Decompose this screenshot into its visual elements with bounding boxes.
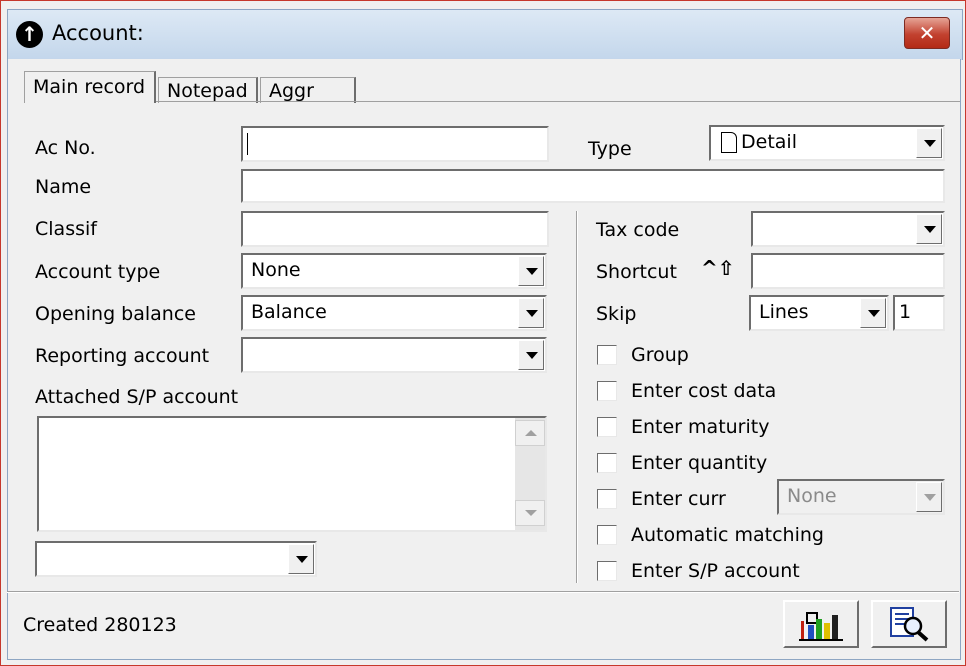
skip-count-value: 1 — [899, 301, 912, 323]
window-title: Account: — [52, 21, 144, 45]
status-text: Created 280123 — [23, 614, 177, 636]
automatic-matching-checkbox[interactable] — [597, 525, 617, 545]
enter-curr-label: Enter curr — [631, 488, 726, 510]
listbox-scrollbar[interactable] — [515, 418, 545, 530]
tab-notepad-label: Notepad — [167, 80, 248, 102]
account-type-select[interactable]: None — [241, 253, 547, 289]
enter-curr-checkbox[interactable] — [597, 489, 617, 509]
app-arrow-icon: ↑ — [16, 21, 43, 48]
attached-sp-dropdown-button[interactable] — [288, 544, 314, 574]
tab-main-record-label: Main record — [33, 76, 146, 98]
enter-sp-account-checkbox[interactable] — [597, 561, 617, 581]
skip-unit-dropdown-button[interactable] — [860, 298, 886, 328]
ctrl-shift-icon: ^⇧ — [701, 256, 735, 280]
opening-balance-label: Opening balance — [35, 303, 196, 325]
scroll-down-arrow-icon[interactable] — [515, 500, 545, 526]
tab-aggr-label: Aggr — [269, 80, 314, 102]
currency-select: None — [777, 479, 945, 515]
account-type-label: Account type — [35, 261, 161, 283]
reporting-account-select[interactable] — [241, 337, 547, 373]
type-select[interactable]: Detail — [709, 125, 945, 161]
enter-maturity-label: Enter maturity — [631, 416, 770, 438]
tab-main-record[interactable]: Main record — [24, 71, 156, 103]
account-type-dropdown-button[interactable] — [518, 256, 544, 286]
enter-quantity-label: Enter quantity — [631, 452, 768, 474]
account-window: ↑ Account: ✕ Main record Notepad Aggr Ac… — [0, 0, 966, 666]
inspect-document-icon — [890, 607, 929, 642]
classif-input[interactable] — [241, 211, 549, 247]
account-type-value: None — [251, 259, 301, 281]
skip-unit-value: Lines — [759, 301, 809, 323]
attached-sp-label: Attached S/P account — [35, 386, 239, 408]
name-input[interactable] — [241, 169, 945, 203]
close-button[interactable]: ✕ — [904, 17, 950, 49]
reporting-account-label: Reporting account — [35, 345, 210, 367]
enter-quantity-checkbox[interactable] — [597, 453, 617, 473]
attached-sp-listbox[interactable] — [37, 416, 547, 532]
automatic-matching-label: Automatic matching — [631, 524, 824, 546]
skip-unit-select[interactable]: Lines — [749, 295, 889, 331]
title-bar[interactable]: ↑ Account: ✕ — [7, 9, 963, 60]
currency-dropdown-button — [916, 482, 942, 512]
tax-code-dropdown-button[interactable] — [916, 214, 942, 244]
type-value: Detail — [741, 131, 797, 153]
enter-sp-account-label: Enter S/P account — [631, 560, 800, 582]
shortcut-input[interactable] — [751, 253, 945, 289]
scroll-up-arrow-icon[interactable] — [515, 420, 545, 446]
tax-code-label: Tax code — [596, 219, 680, 241]
opening-balance-value: Balance — [251, 301, 327, 323]
enter-maturity-checkbox[interactable] — [597, 417, 617, 437]
column-divider — [576, 211, 577, 583]
statistics-button[interactable] — [783, 600, 859, 648]
shortcut-label: Shortcut — [596, 261, 677, 283]
tax-code-select[interactable] — [751, 211, 945, 247]
ac-no-label: Ac No. — [35, 137, 96, 159]
classif-label: Classif — [35, 218, 97, 240]
skip-count-input[interactable]: 1 — [893, 295, 945, 331]
enter-cost-data-checkbox[interactable] — [597, 381, 617, 401]
group-checkbox-label: Group — [631, 344, 689, 366]
inspect-button[interactable] — [871, 600, 947, 648]
opening-balance-select[interactable]: Balance — [241, 295, 547, 331]
tab-notepad[interactable]: Notepad — [158, 77, 258, 103]
tab-aggr[interactable]: Aggr — [260, 77, 356, 103]
group-checkbox[interactable] — [597, 345, 617, 365]
reporting-account-dropdown-button[interactable] — [518, 340, 544, 370]
name-label: Name — [35, 176, 92, 198]
attached-sp-select[interactable] — [35, 541, 317, 577]
bar-chart-icon — [799, 612, 843, 641]
document-icon — [721, 132, 737, 153]
type-dropdown-button[interactable] — [916, 128, 942, 158]
opening-balance-dropdown-button[interactable] — [518, 298, 544, 328]
type-label: Type — [588, 138, 632, 160]
enter-cost-data-label: Enter cost data — [631, 380, 777, 402]
skip-label: Skip — [596, 303, 637, 325]
text-caret — [247, 133, 248, 155]
currency-value: None — [787, 485, 837, 507]
status-bar: Created 280123 — [7, 591, 959, 658]
ac-no-input[interactable] — [241, 126, 549, 162]
